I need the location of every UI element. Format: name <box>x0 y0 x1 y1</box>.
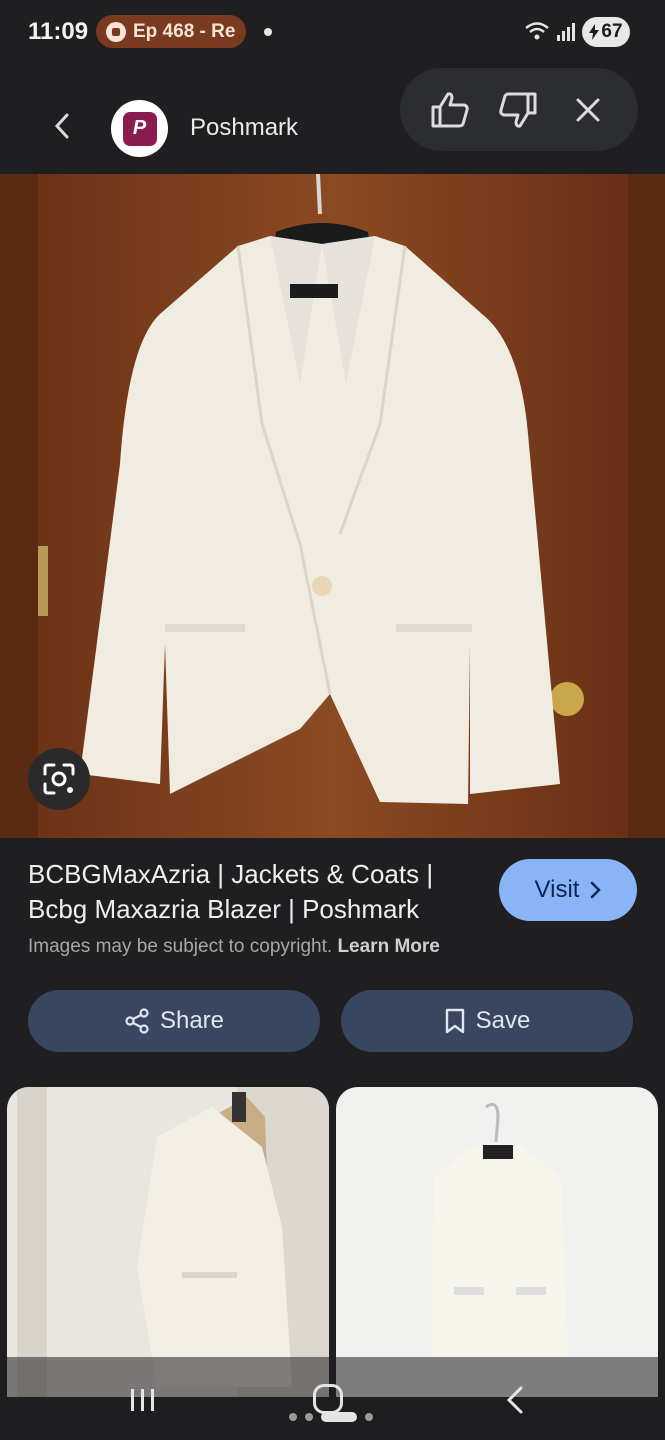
poshmark-logo[interactable]: P <box>111 100 168 157</box>
result-title[interactable]: BCBGMaxAzria | Jackets & Coats | Bcbg Ma… <box>28 857 488 927</box>
share-button[interactable]: Share <box>28 990 320 1052</box>
save-button[interactable]: Save <box>341 990 633 1052</box>
blazer-side-photo <box>7 1087 329 1397</box>
status-bar: 11:09 Ep 468 - Re 67 <box>0 0 665 64</box>
home-button[interactable] <box>313 1384 343 1414</box>
chevron-left-icon <box>54 113 69 139</box>
thumbs-down-button[interactable] <box>496 88 540 132</box>
close-icon <box>576 98 600 122</box>
bookmark-icon <box>445 1008 464 1034</box>
blazer-hanging-photo <box>336 1087 658 1397</box>
thumbs-down-icon <box>499 92 537 128</box>
related-image-2[interactable] <box>336 1087 658 1397</box>
system-navigation-bar <box>0 1357 665 1440</box>
close-button[interactable] <box>566 88 610 132</box>
learn-more-link[interactable]: Learn More <box>337 936 439 957</box>
clock: 11:09 <box>28 18 89 45</box>
page-dot <box>365 1413 373 1421</box>
page-dot <box>305 1413 313 1421</box>
battery-indicator: 67 <box>582 17 630 47</box>
share-icon <box>125 1008 149 1034</box>
page-indicator <box>289 1412 373 1422</box>
lens-search-button[interactable] <box>28 748 90 810</box>
notification-dot-icon <box>264 28 272 36</box>
save-label: Save <box>475 1007 531 1034</box>
charging-icon <box>589 24 600 40</box>
media-label: Ep 468 - Re <box>133 20 236 42</box>
recent-apps-icon[interactable] <box>128 1387 158 1413</box>
wifi-icon <box>525 22 549 40</box>
share-label: Share <box>159 1007 225 1034</box>
copyright-text: Images may be subject to copyright. <box>28 936 333 957</box>
battery-level: 67 <box>601 21 623 42</box>
site-name[interactable]: Poshmark <box>190 114 298 142</box>
system-back-icon[interactable] <box>505 1385 525 1415</box>
blazer-photo <box>0 174 665 838</box>
related-image-1[interactable] <box>7 1087 329 1397</box>
poshmark-logo-mark: P <box>122 111 157 146</box>
page-dot-active <box>321 1412 357 1422</box>
copyright-notice: Images may be subject to copyright. Lear… <box>28 936 440 958</box>
google-lens-icon <box>43 763 75 795</box>
podcast-icon <box>106 21 126 42</box>
feedback-actions <box>400 68 638 151</box>
signal-icon <box>557 23 575 41</box>
page-dot <box>289 1413 297 1421</box>
main-result-image[interactable] <box>0 174 665 838</box>
media-notification-pill[interactable]: Ep 468 - Re <box>96 15 246 48</box>
visit-label: Visit <box>534 876 580 903</box>
thumbs-up-button[interactable] <box>428 88 472 132</box>
chevron-right-icon <box>591 881 602 899</box>
header: P Poshmark <box>0 64 665 174</box>
thumbs-up-icon <box>431 92 469 128</box>
visit-button[interactable]: Visit <box>499 859 637 921</box>
back-button[interactable] <box>44 108 80 144</box>
